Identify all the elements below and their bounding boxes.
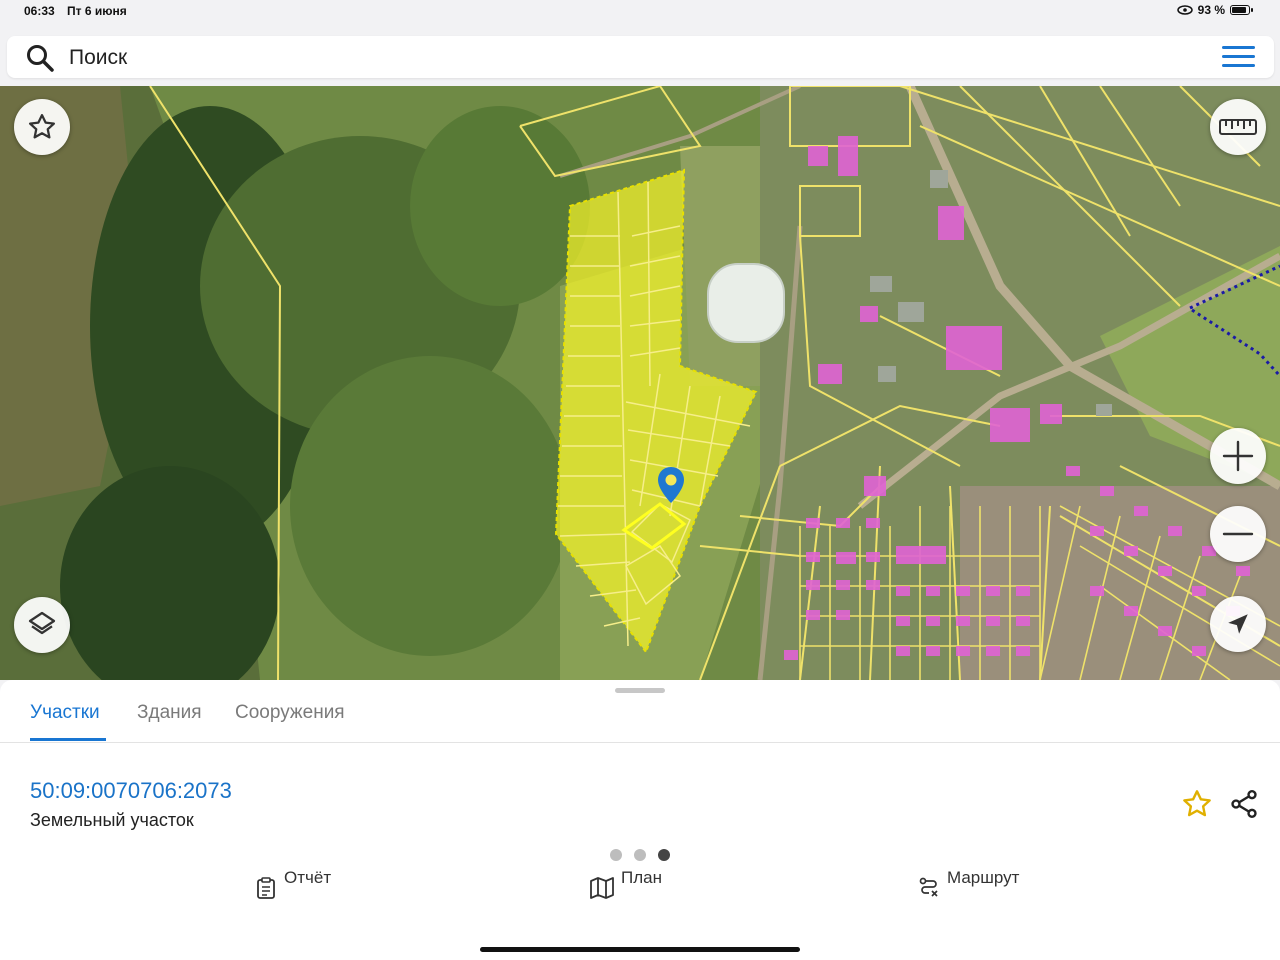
navigation-arrow-icon xyxy=(1228,614,1248,634)
add-favorite-button[interactable] xyxy=(1181,788,1213,825)
object-type-label: Земельный участок xyxy=(30,810,194,830)
page-dot-active[interactable] xyxy=(658,849,670,861)
page-dot[interactable] xyxy=(634,849,646,861)
layers-button[interactable] xyxy=(14,597,70,653)
battery-percent: 93 % xyxy=(1197,3,1225,17)
object-type-tabs: Участки Здания Сооружения xyxy=(0,700,1280,743)
bottom-toolbar: Отчёт План Маршрут xyxy=(0,866,1280,960)
zoom-out-button[interactable] xyxy=(1210,506,1266,562)
minus-icon xyxy=(1222,532,1254,536)
plan-button[interactable]: План xyxy=(589,868,662,900)
star-outline-icon xyxy=(29,114,55,139)
page-dot[interactable] xyxy=(610,849,622,861)
map-plan-icon xyxy=(590,877,614,899)
plus-icon xyxy=(1222,440,1254,472)
ruler-icon xyxy=(1219,119,1257,135)
search-input[interactable]: Поиск xyxy=(69,46,127,70)
ruler-button[interactable] xyxy=(1210,99,1266,155)
map-view[interactable] xyxy=(0,86,1280,680)
cadastral-number-link[interactable]: 50:09:0070706:2073 xyxy=(30,778,232,804)
report-button[interactable]: Отчёт xyxy=(254,868,331,900)
locate-button[interactable] xyxy=(1210,596,1266,652)
battery-icon xyxy=(1230,5,1253,15)
report-clipboard-icon xyxy=(257,877,275,899)
share-button[interactable] xyxy=(1228,788,1260,825)
bottom-sheet: Участки Здания Сооружения 50:09:0070706:… xyxy=(0,680,1280,866)
satellite-map[interactable] xyxy=(0,86,1280,680)
favorite-button[interactable] xyxy=(14,99,70,155)
tab-structures[interactable]: Сооружения xyxy=(235,702,345,724)
active-tab-indicator xyxy=(30,738,106,741)
plan-label: План xyxy=(621,868,662,887)
sheet-drag-handle[interactable] xyxy=(615,688,665,693)
status-indicators: 93 % xyxy=(1176,3,1253,17)
status-bar: 06:33 Пт 6 июня 93 % xyxy=(0,0,1280,24)
route-button[interactable]: Маршрут xyxy=(917,868,1019,900)
report-label: Отчёт xyxy=(284,868,332,887)
location-marker-icon[interactable] xyxy=(657,466,685,504)
route-label: Маршрут xyxy=(947,868,1020,887)
page-indicator xyxy=(610,849,670,861)
status-date: Пт 6 июня xyxy=(67,4,127,18)
status-time: 06:33 xyxy=(24,4,55,18)
route-icon xyxy=(919,877,938,897)
share-icon xyxy=(1231,790,1257,818)
tab-parcels[interactable]: Участки xyxy=(30,702,100,724)
hangar-building xyxy=(707,263,785,343)
hamburger-menu-icon[interactable] xyxy=(1222,45,1256,69)
star-outline-icon xyxy=(1183,790,1211,817)
home-indicator xyxy=(480,947,800,952)
layers-icon xyxy=(28,611,56,635)
search-bar[interactable]: Поиск xyxy=(7,36,1274,78)
privacy-eye-icon xyxy=(1176,5,1193,15)
tab-buildings[interactable]: Здания xyxy=(137,702,202,724)
zoom-in-button[interactable] xyxy=(1210,428,1266,484)
search-icon xyxy=(27,45,54,72)
